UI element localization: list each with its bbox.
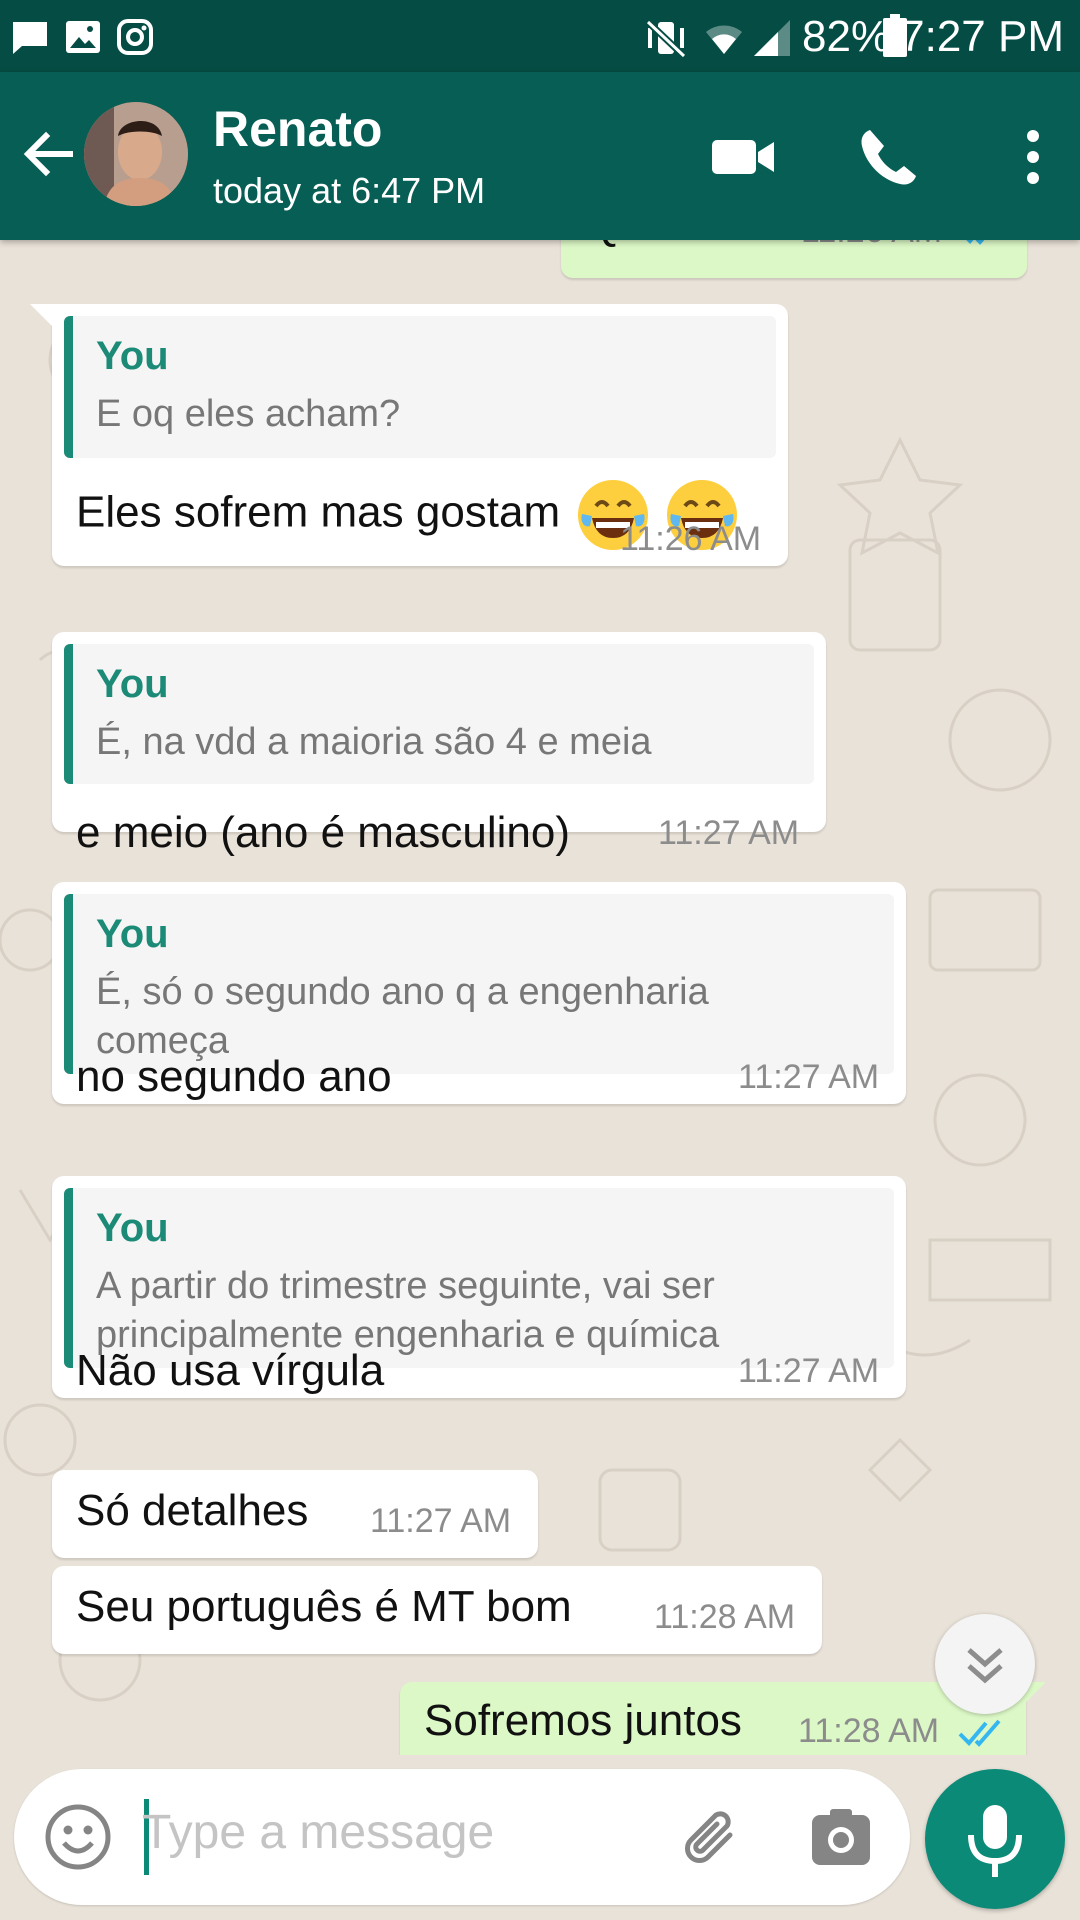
quote-author: You — [96, 662, 169, 706]
quote-author: You — [96, 334, 169, 378]
message-time: 11:28 AM — [798, 1712, 940, 1750]
quote-author: You — [96, 1206, 169, 1250]
message-bubble-incoming[interactable]: You A partir do trimestre seguinte, vai … — [52, 1176, 906, 1398]
clock: 7:27 PM — [900, 12, 1064, 61]
message-text: no segundo ano — [76, 1052, 392, 1101]
composer-bar: Type a message — [0, 1755, 1080, 1920]
battery-percent: 82% — [802, 12, 891, 61]
bubble-tail — [30, 304, 54, 328]
message-bubble-outgoing[interactable]: Sofremos juntos 11:28 AM — [400, 1682, 1026, 1755]
camera-icon[interactable] — [808, 1805, 874, 1871]
attachment-icon[interactable] — [678, 1805, 748, 1875]
gallery-notification-icon — [66, 21, 100, 53]
message-time: 11:27 AM — [658, 814, 800, 852]
message-list[interactable]: Quero ue 11:26 AM You E oq eles acham? E… — [0, 240, 1080, 1755]
message-text: Quero ue — [587, 240, 770, 250]
quoted-message[interactable]: You É, na vdd a maioria são 4 e meia — [64, 644, 814, 784]
quote-text: E oq eles acham? — [96, 393, 401, 435]
message-input[interactable]: Type a message — [14, 1769, 910, 1905]
voice-message-button[interactable] — [925, 1769, 1065, 1909]
instagram-notification-icon — [117, 19, 153, 55]
message-time: 11:28 AM — [654, 1598, 796, 1636]
quoted-message[interactable]: You E oq eles acham? — [64, 316, 776, 458]
wifi-icon — [706, 25, 742, 54]
chat-header: Renato today at 6:47 PM — [0, 72, 1080, 240]
message-bubble-incoming[interactable]: You E oq eles acham? Eles sofrem mas gos… — [52, 304, 788, 566]
message-bubble-incoming[interactable]: Só detalhes 11:27 AM — [52, 1470, 538, 1558]
contact-name[interactable]: Renato — [213, 100, 382, 158]
message-time: 11:27 AM — [370, 1502, 512, 1540]
message-text: Eles sofrem mas gostam — [76, 487, 561, 537]
read-receipt-icon — [958, 1719, 1001, 1747]
message-bubble-incoming[interactable]: You É, só o segundo ano q a engenharia c… — [52, 882, 906, 1104]
emoji-icon[interactable] — [44, 1803, 112, 1871]
message-placeholder: Type a message — [142, 1806, 495, 1859]
message-bubble-outgoing[interactable]: Quero ue 11:26 AM — [561, 240, 1027, 278]
message-text: e meio (ano é masculino) — [76, 808, 571, 857]
scroll-to-bottom-button[interactable] — [935, 1614, 1035, 1714]
microphone-icon — [968, 1805, 1022, 1877]
quote-author: You — [96, 912, 169, 956]
contact-avatar[interactable] — [84, 102, 188, 206]
message-text: Seu português é MT bom — [76, 1582, 572, 1631]
message-text: Só detalhes — [76, 1486, 309, 1535]
read-receipt-icon — [966, 240, 985, 245]
signal-icon — [754, 20, 790, 56]
message-text: Sofremos juntos — [424, 1696, 742, 1745]
message-text: Não usa vírgula — [76, 1346, 385, 1395]
message-notification-icon — [13, 22, 47, 54]
vibrate-mute-icon — [645, 19, 687, 58]
voice-call-icon[interactable] — [852, 122, 922, 192]
quote-text: A partir do trimestre seguinte, vai ser — [96, 1265, 715, 1307]
status-bar: 82% 7:27 PM — [0, 0, 1080, 72]
message-time: 11:26 AM — [620, 520, 762, 558]
quote-text: É, na vdd a maioria são 4 e meia — [96, 721, 652, 763]
quoted-message[interactable]: You É, só o segundo ano q a engenharia c… — [64, 894, 894, 1074]
message-bubble-incoming[interactable]: You É, na vdd a maioria são 4 e meia e m… — [52, 632, 826, 857]
quote-text: É, só o segundo ano q a engenharia — [96, 971, 709, 1013]
back-arrow-icon[interactable] — [18, 124, 78, 184]
video-call-icon[interactable] — [708, 122, 778, 192]
double-chevron-down-icon — [967, 1648, 1003, 1684]
quoted-message[interactable]: You A partir do trimestre seguinte, vai … — [64, 1188, 894, 1368]
message-bubble-incoming[interactable]: Seu português é MT bom 11:28 AM — [52, 1566, 822, 1654]
more-options-icon[interactable] — [998, 122, 1068, 192]
message-time: 11:27 AM — [738, 1058, 880, 1096]
message-time: 11:27 AM — [738, 1352, 880, 1390]
last-seen-status: today at 6:47 PM — [213, 170, 486, 211]
message-time: 11:26 AM — [801, 240, 942, 251]
